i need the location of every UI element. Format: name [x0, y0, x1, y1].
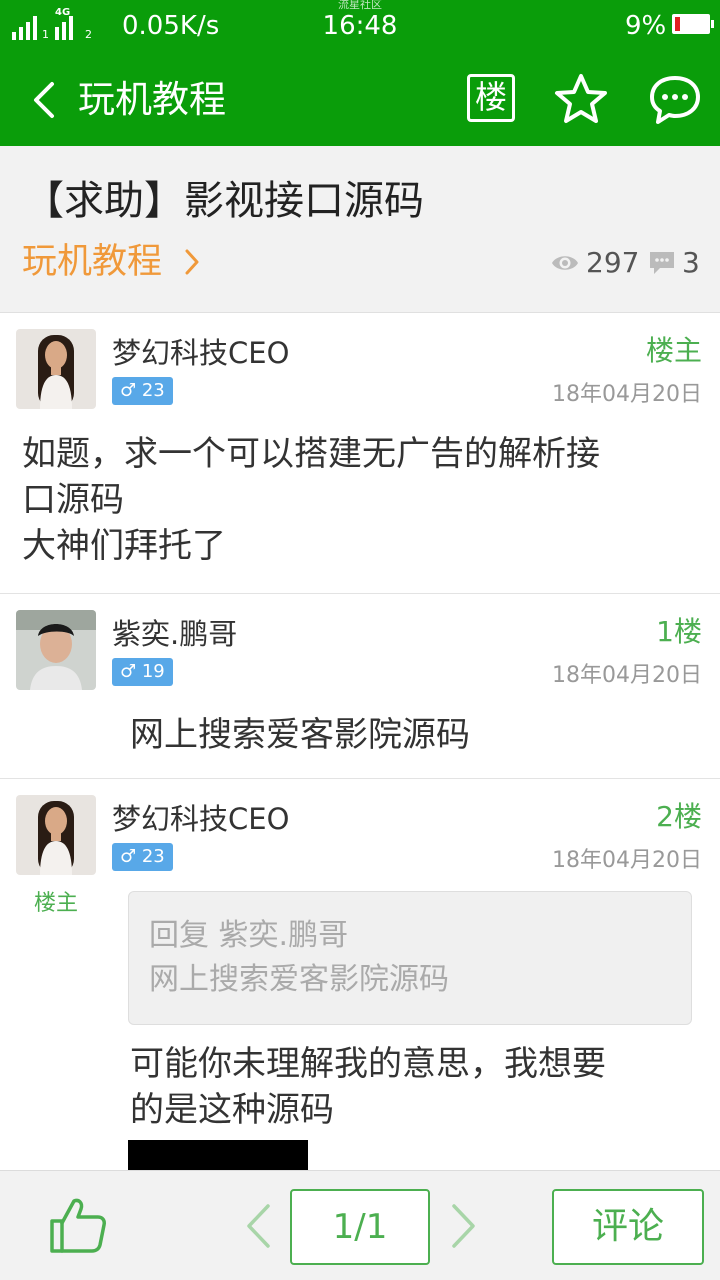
chat-icon[interactable] [647, 72, 703, 128]
app-bar: 玩机教程 楼 [0, 52, 720, 146]
chevron-right-icon [185, 249, 199, 275]
signal-4g-icon: 4G 2 [55, 8, 92, 41]
post-date: 18年04月20日 [552, 382, 702, 407]
floor-label: 楼主 [645, 334, 702, 367]
post-date: 18年04月20日 [552, 663, 702, 688]
username[interactable]: 紫奕.鹏哥 [112, 614, 237, 654]
post-op: 梦幻科技CEO ♂ 23 楼主 18年04月20日 如题，求一个可以搭建无广告的… [0, 313, 720, 594]
quoted-reply: 回复 紫奕.鹏哥 网上搜索爱客影院源码 [128, 891, 692, 1025]
thread-header: 【求助】影视接口源码 玩机教程 297 3 [0, 146, 720, 313]
signal-icon: 1 [12, 16, 49, 40]
post-reply-1: 紫奕.鹏哥 ♂ 19 1楼 18年04月20日 网上搜索爱客影院源码 [0, 594, 720, 779]
network-speed: 0.05K/s [122, 11, 220, 41]
avatar[interactable] [16, 795, 96, 875]
view-count-value: 297 [586, 246, 640, 279]
content-line: 的是这种源码 [130, 1090, 334, 1130]
op-tag: 楼主 [33, 891, 78, 916]
page-indicator[interactable]: 1/1 [290, 1189, 430, 1265]
comment-count-value: 3 [682, 246, 700, 279]
page-title: 玩机教程 [78, 78, 226, 121]
back-icon[interactable] [30, 80, 60, 120]
star-icon[interactable] [553, 72, 609, 128]
post-content: 可能你未理解我的意思，我想要 的是这种源码 [130, 1041, 606, 1133]
post-content: 网上搜索爱客影院源码 [130, 712, 470, 758]
content-line: 大神们拜托了 [22, 526, 226, 566]
floor-label: 1楼 [656, 615, 702, 648]
comment-bubble-icon [650, 251, 674, 274]
post-reply-2: 梦幻科技CEO ♂ 23 2楼 18年04月20日 楼主 回复 紫奕.鹏哥 网上… [0, 779, 720, 1170]
user-level-badge: ♂ 19 [112, 658, 173, 686]
post-content: 如题，求一个可以搭建无广告的解析接 口源码 大神们拜托了 [22, 431, 600, 569]
username[interactable]: 梦幻科技CEO [112, 333, 289, 373]
sim2-label: 2 [85, 28, 92, 41]
post-date: 18年04月20日 [552, 848, 702, 873]
quote-line: 网上搜索爱客影院源码 [149, 962, 449, 997]
username[interactable]: 梦幻科技CEO [112, 799, 289, 839]
content-line: 如题，求一个可以搭建无广告的解析接 [22, 434, 600, 474]
thread-title: 【求助】影视接口源码 [24, 178, 424, 224]
eye-icon [552, 255, 578, 270]
content-line: 网上搜索爱客影院源码 [130, 715, 470, 755]
category-link[interactable]: 玩机教程 [22, 238, 202, 286]
user-level-badge: ♂ 23 [112, 843, 173, 871]
thumbs-up-icon[interactable] [46, 1193, 110, 1257]
comment-count: 3 [648, 246, 700, 279]
content-line: 口源码 [22, 480, 124, 520]
avatar[interactable] [16, 329, 96, 409]
bottom-bar: 1/1 评论 [0, 1170, 720, 1280]
avatar[interactable] [16, 610, 96, 690]
next-page-icon[interactable] [450, 1203, 478, 1249]
signal-indicator: 1 4G 2 [12, 8, 98, 41]
floor-label: 2楼 [656, 800, 702, 833]
previous-page-icon[interactable] [244, 1203, 272, 1249]
comment-button[interactable]: 评论 [552, 1189, 704, 1265]
user-level-badge: ♂ 23 [112, 377, 173, 405]
network-tag: 4G [55, 7, 71, 18]
content-line: 可能你未理解我的意思，我想要 [130, 1044, 606, 1084]
floor-jump-button[interactable]: 楼 [467, 74, 515, 122]
sim1-label: 1 [42, 28, 49, 41]
clock: 16:48 [322, 11, 398, 41]
battery-icon [672, 14, 714, 34]
category-label: 玩机教程 [22, 242, 163, 282]
redacted-image [128, 1140, 308, 1170]
battery-percent: 9% [625, 11, 667, 41]
quote-line: 回复 紫奕.鹏哥 [149, 918, 349, 953]
status-bar: 流星社区 1 4G 2 0.05K/s 16:48 9% [0, 0, 720, 52]
view-count: 297 [550, 246, 639, 279]
